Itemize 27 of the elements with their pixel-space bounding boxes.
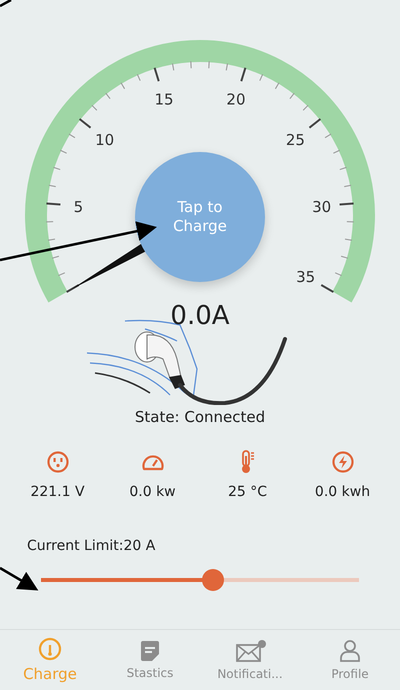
connection-state: State: Connected <box>134 408 266 426</box>
gauge-label: 25 <box>286 130 305 149</box>
stat-value: 0.0 kw <box>129 484 176 500</box>
nav-tab[interactable]: Stastics <box>100 630 200 690</box>
nav-tab[interactable]: Profile <box>300 630 400 690</box>
socket-icon <box>46 450 68 474</box>
gauge-label: 15 <box>154 90 174 108</box>
gauge-label: 10 <box>95 130 114 149</box>
nav-tab[interactable]: Charge <box>0 630 100 690</box>
tap-to-charge-button[interactable]: Tap to Charge <box>135 152 265 282</box>
notification-dot <box>258 640 266 648</box>
stat-value: 0.0 kwh <box>314 484 370 500</box>
nav-tab[interactable]: Notificati... <box>200 630 300 690</box>
gauge-label: 20 <box>226 90 246 108</box>
person-icon <box>339 639 361 663</box>
current-reading: 0.0A <box>170 301 230 331</box>
lightning-icon <box>332 450 354 474</box>
current-limit-label: Current Limit:20 A <box>27 538 156 554</box>
stat-value: 25 °C <box>228 484 268 500</box>
thermometer-icon <box>240 450 256 474</box>
gauge-label: 5 <box>74 198 84 216</box>
stat-value: 221.1 V <box>30 484 85 500</box>
annotation-arrow <box>0 566 38 591</box>
note-icon <box>139 640 161 662</box>
gauge-icon <box>38 637 62 661</box>
gauge-label: 35 <box>296 268 316 286</box>
gauge-label: 30 <box>312 198 332 216</box>
